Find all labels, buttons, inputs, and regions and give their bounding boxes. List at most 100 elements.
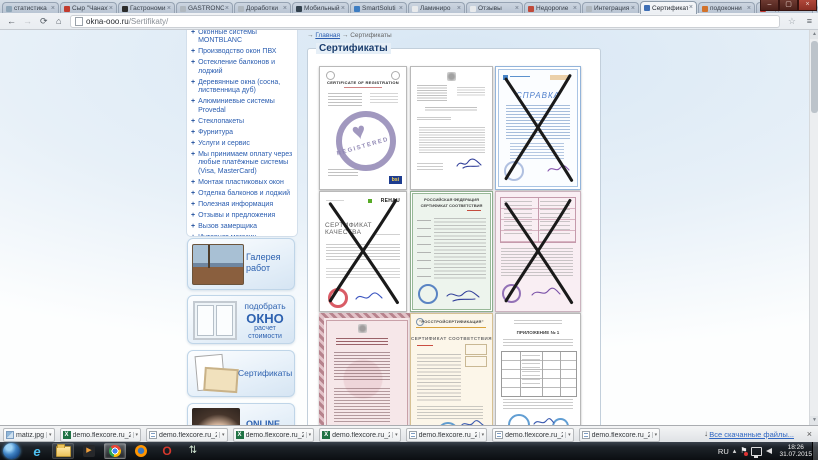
show-desktop-button[interactable] <box>812 442 818 460</box>
tab-close-icon[interactable]: × <box>399 6 403 12</box>
certificate-7[interactable] <box>319 313 415 425</box>
sidebar-link[interactable]: +Мы принимаем оплату через любые платёжн… <box>191 151 293 177</box>
cross-out-mark <box>320 192 406 311</box>
forward-button[interactable]: → <box>23 15 32 27</box>
download-caret-icon[interactable]: ▾ <box>652 432 658 438</box>
network-icon[interactable] <box>751 447 762 456</box>
certificate-8[interactable]: "РОССТРОЙСЕРТИФИКАЦИЯ" СЕРТИФИКАТ СООТВЕ… <box>410 313 493 425</box>
pick-window-widget[interactable]: подобрать ОКНО расчет стоимости <box>187 295 295 344</box>
taskbar-sync-app[interactable]: ⇅ <box>182 443 204 459</box>
sidebar-link-label: Вызов замерщика <box>198 223 257 232</box>
folder-icon <box>56 446 71 457</box>
tab-close-icon[interactable]: × <box>51 6 55 12</box>
sidebar-link[interactable]: +Услуги и сервис <box>191 140 293 149</box>
bookmark-star-icon[interactable]: ☆ <box>788 15 796 27</box>
scroll-up-icon[interactable]: ▲ <box>810 30 818 39</box>
page-scrollbar[interactable]: ▲ ▼ <box>809 30 818 425</box>
action-center-flag-icon[interactable]: ⚑ <box>740 446 747 456</box>
language-indicator[interactable]: RU <box>718 447 729 456</box>
sidebar-link[interactable]: +Полезная информация <box>191 201 293 210</box>
menu-icon[interactable]: ≡ <box>807 15 812 27</box>
sidebar-link[interactable]: +Деревянные окна (сосна, лиственница дуб… <box>191 79 293 96</box>
tab-close-icon[interactable]: × <box>167 6 171 12</box>
download-caret-icon[interactable]: ▾ <box>219 432 225 438</box>
download-item[interactable]: demo.flexcore.ru_2...html▾ <box>146 428 228 442</box>
browser-tab[interactable]: Сертификат× <box>640 1 697 14</box>
sidebar-link[interactable]: +Производство окон ПВХ <box>191 48 293 57</box>
decorative-detail <box>417 345 433 347</box>
tab-close-icon[interactable]: × <box>341 6 345 12</box>
gallery-widget[interactable]: Галерея работ <box>187 238 295 290</box>
close-downloads-bar-icon[interactable]: × <box>807 429 812 439</box>
minimize-button[interactable]: – <box>760 0 779 11</box>
address-bar[interactable]: okna-ooo.ru/Sertifikaty/ <box>70 15 780 28</box>
decorative-detail <box>467 210 481 212</box>
round-stamp <box>418 284 438 304</box>
speaker-icon[interactable] <box>766 448 772 454</box>
taskbar-opera[interactable]: O <box>156 443 178 459</box>
tab-label: GASTRONOM <box>188 5 224 12</box>
tab-close-icon[interactable]: × <box>109 6 113 12</box>
tab-close-icon[interactable]: × <box>283 6 287 12</box>
taskbar-ie[interactable]: e <box>26 443 48 459</box>
sidebar-link[interactable]: +Монтаж пластиковых окон <box>191 179 293 188</box>
sidebar-link[interactable]: +Интернет магазин <box>191 234 293 238</box>
download-caret-icon[interactable]: ▾ <box>46 432 52 438</box>
sidebar-link[interactable]: +Фурнитура <box>191 129 293 138</box>
certificate-9[interactable]: ПРИЛОЖЕНИЕ № 1 <box>495 313 581 425</box>
close-window-button[interactable]: × <box>798 0 817 11</box>
tab-close-icon[interactable]: × <box>225 6 229 12</box>
gallery-label: Галерея работ <box>246 252 290 274</box>
certificate-2[interactable] <box>410 66 493 190</box>
tab-close-icon[interactable]: × <box>747 6 751 12</box>
download-item[interactable]: Xdemo.flexcore.ru_29....csv▾ <box>319 428 401 442</box>
taskbar-explorer[interactable] <box>52 443 74 459</box>
certificate-5[interactable]: РОССИЙСКАЯ ФЕДЕРАЦИЯ СЕРТИФИКАТ СООТВЕТС… <box>410 191 493 312</box>
home-button[interactable]: ⌂ <box>56 15 61 27</box>
refresh-button[interactable]: ⟳ <box>40 15 48 27</box>
download-caret-icon[interactable]: ▾ <box>133 432 139 438</box>
clock[interactable]: 18:26 31.07.2015 <box>779 444 812 459</box>
taskbar-chrome[interactable] <box>104 443 126 459</box>
breadcrumb-home-link[interactable]: Главная <box>315 32 340 39</box>
certificate-4[interactable]: REHAU СЕРТИФИКАТ КАЧЕСТВА <box>319 191 407 312</box>
scrollbar-thumb[interactable] <box>811 41 818 113</box>
show-all-downloads-link[interactable]: Все скачанные файлы... <box>709 430 794 439</box>
download-item[interactable]: demo.flexcore.ru_2...html▾ <box>579 428 661 442</box>
download-caret-icon[interactable]: ▾ <box>306 432 312 438</box>
download-item[interactable]: demo.flexcore.ru_2...html▾ <box>406 428 488 442</box>
download-caret-icon[interactable]: ▾ <box>392 432 398 438</box>
download-caret-icon[interactable]: ▾ <box>565 432 571 438</box>
download-item[interactable]: Xdemo.flexcore.ru_29....csv▾ <box>60 428 142 442</box>
tray-date: 31.07.2015 <box>779 451 812 459</box>
certificate-1[interactable]: CERTIFICATE OF REGISTRATION ♥ REGISTERED… <box>319 66 407 190</box>
sidebar-link[interactable]: +Алюминиевые системы Provedal <box>191 98 293 115</box>
certificate-3[interactable]: СПРАВКА <box>495 66 581 190</box>
sidebar-link[interactable]: +Оконные системы MONTBLANC <box>191 30 293 46</box>
tab-close-icon[interactable]: × <box>457 6 461 12</box>
scroll-down-icon[interactable]: ▼ <box>810 416 818 425</box>
start-button[interactable] <box>3 443 20 459</box>
download-item[interactable]: demo.flexcore.ru_2...html▾ <box>492 428 574 442</box>
certificate-6[interactable] <box>495 191 581 312</box>
taskbar-media-player[interactable]: ▶ <box>78 443 100 459</box>
show-hidden-icons[interactable]: ▴ <box>733 447 737 455</box>
tab-close-icon[interactable]: × <box>689 5 693 11</box>
sidebar-link[interactable]: +Вызов замерщика <box>191 223 293 232</box>
sidebar-link[interactable]: +Остекление балконов и лоджий <box>191 59 293 76</box>
certificates-panel: Сертификаты CERTIFICATE OF REGISTRATION … <box>307 48 601 425</box>
sidebar-link[interactable]: +Стеклопакеты <box>191 118 293 127</box>
certificates-widget[interactable]: Сертификаты <box>187 350 295 397</box>
download-item[interactable]: Xdemo.flexcore.ru_29....csv▾ <box>233 428 315 442</box>
download-item[interactable]: matiz.jpg▾ <box>3 428 55 442</box>
maximize-button[interactable]: ▢ <box>779 0 798 11</box>
sidebar-link[interactable]: +Отделка балконов и лоджий <box>191 190 293 199</box>
taskbar-firefox[interactable] <box>130 443 152 459</box>
tab-close-icon[interactable]: × <box>631 6 635 12</box>
download-caret-icon[interactable]: ▾ <box>479 432 485 438</box>
tab-close-icon[interactable]: × <box>573 6 577 12</box>
tab-close-icon[interactable]: × <box>515 6 519 12</box>
back-button[interactable]: ← <box>7 15 16 27</box>
online-consultant-widget[interactable]: ONLINE <box>187 403 295 425</box>
sidebar-link[interactable]: +Отзывы и предложения <box>191 212 293 221</box>
